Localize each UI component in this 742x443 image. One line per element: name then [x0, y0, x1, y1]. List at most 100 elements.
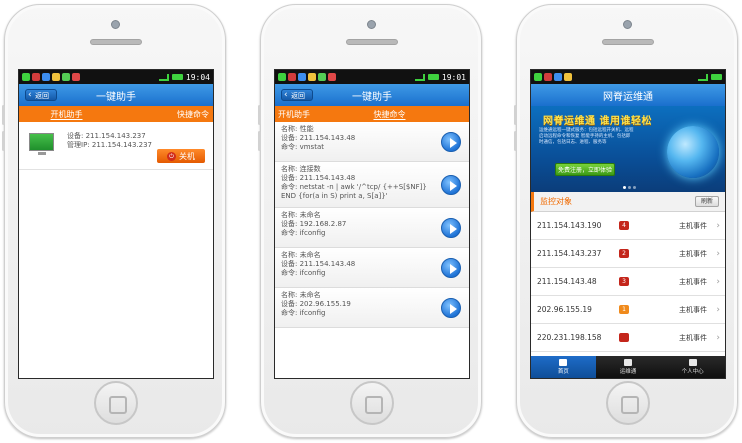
host-ip: 211.154.143.48 [537, 277, 597, 286]
command-list: 名称: 性能 设备: 211.154.143.48 命令: vmstat 名称: 连接… [275, 122, 469, 328]
nav-label: 首页 [557, 369, 569, 375]
status-bar: 19:04 [19, 70, 213, 84]
name-label: 名称: [281, 211, 298, 219]
home-button[interactable] [350, 381, 394, 425]
battery-icon [427, 74, 439, 80]
screen-home: 网脊运维通 网脊运维通 谁用谁轻松 运维通远程一键式服务：包括远程开关机、远程启… [530, 69, 726, 379]
app-icon [42, 73, 50, 81]
host-row[interactable]: 220.231.198.158 主机事件 › [531, 324, 725, 352]
command-device: 192.168.2.87 [299, 220, 347, 228]
command-item[interactable]: 名称: 未命名 设备: 211.154.143.48 命令: ifconfig [275, 248, 469, 288]
tab-quick-commands[interactable]: 快捷命令 [114, 106, 213, 122]
status-bar: 19:01 [275, 70, 469, 84]
shield-icon [624, 359, 632, 366]
command-text: ifconfig [299, 229, 326, 237]
host-ip: 220.231.198.158 [537, 333, 602, 342]
phone-frame-3: 网脊运维通 网脊运维通 谁用谁轻松 运维通远程一键式服务：包括远程开关机、远程启… [514, 4, 738, 438]
command-item[interactable]: 名称: 性能 设备: 211.154.143.48 命令: vmstat [275, 122, 469, 162]
command-item[interactable]: 名称: 连接数 设备: 211.154.143.48 命令: netstat -n … [275, 162, 469, 208]
nav-profile[interactable]: 个人中心 [660, 356, 725, 378]
promo-banner[interactable]: 网脊运维通 谁用谁轻松 运维通远程一键式服务：包括远程开关机、远程启动远程命令和… [531, 106, 725, 192]
name-label: 名称: [281, 291, 298, 299]
shutdown-button[interactable]: ⏻ 关机 [157, 149, 205, 163]
carousel-dot[interactable] [633, 186, 636, 189]
host-row[interactable]: 202.96.155.19 1 主机事件 › [531, 296, 725, 324]
host-row[interactable]: 211.154.143.237 2 主机事件 › [531, 240, 725, 268]
command-text: vmstat [299, 143, 324, 151]
command-item[interactable]: 名称: 未命名 设备: 192.168.2.87 命令: ifconfig [275, 208, 469, 248]
volume-button [2, 105, 5, 125]
name-label: 名称: [281, 125, 298, 133]
command-name: 未命名 [299, 211, 321, 219]
command-item[interactable]: 名称: 未命名 设备: 202.96.155.19 命令: ifconfig [275, 288, 469, 328]
divider [19, 169, 213, 170]
command-text: ifconfig [299, 269, 326, 277]
usb-icon [278, 73, 286, 81]
chevron-right-icon: › [716, 332, 720, 343]
chevron-right-icon: › [716, 304, 720, 315]
device-label: 设备: [281, 134, 298, 142]
tab-quick-commands[interactable]: 快捷命令 [374, 106, 470, 122]
page-title: 一键助手 [352, 91, 392, 103]
host-row[interactable]: 211.154.143.48 3 主机事件 › [531, 268, 725, 296]
app-icon [308, 73, 316, 81]
refresh-button[interactable]: 刷新 [694, 196, 719, 207]
back-button[interactable]: 返回 [281, 89, 313, 101]
app-icon [72, 73, 80, 81]
command-details: 名称: 连接数 设备: 211.154.143.48 命令: netstat -n … [281, 165, 439, 201]
host-row[interactable]: 211.154.143.190 4 主机事件 › [531, 212, 725, 240]
home-button[interactable] [94, 381, 138, 425]
run-command-button[interactable] [441, 217, 461, 238]
run-command-button[interactable] [441, 174, 461, 195]
phones-showcase: 19:04 返回 一键助手 开机助手 快捷命令 设备: 211.154.143.… [0, 0, 742, 443]
cmd-label: 命令: [281, 269, 298, 277]
command-text: netstat -n | awk '/^tcp/ {++S[$NF]} END … [281, 183, 427, 200]
nav-label: 运维通 [619, 369, 637, 375]
volume-button [2, 131, 5, 151]
register-button[interactable]: 免费注册，立即体验 [555, 163, 615, 176]
command-name: 连接数 [299, 165, 321, 173]
cmd-label: 命令: [281, 143, 298, 151]
front-camera [111, 20, 120, 29]
earpiece-speaker [346, 39, 398, 45]
cmd-label: 命令: [281, 309, 298, 317]
tab-power-assistant[interactable]: 开机助手 [275, 106, 374, 122]
home-icon [559, 359, 568, 366]
carousel-dot[interactable] [628, 186, 631, 189]
tab-bar: 开机助手 快捷命令 [275, 106, 469, 122]
device-label: 设备: [67, 132, 84, 140]
title-bar: 网脊运维通 [531, 84, 725, 106]
app-icon [32, 73, 40, 81]
status-bar [531, 70, 725, 84]
phone-frame-2: 19:01 返回 一键助手 开机助手 快捷命令 名称: 性能设备: 211.15… [258, 4, 482, 438]
tab-power-assistant[interactable]: 开机助手 [19, 106, 114, 122]
run-command-button[interactable] [441, 257, 461, 278]
host-ip: 211.154.143.237 [537, 249, 602, 258]
device-label: 设备: [281, 174, 298, 182]
device-value: 211.154.143.237 [85, 132, 146, 140]
run-command-button[interactable] [441, 297, 461, 318]
command-details: 名称: 未命名 设备: 202.96.155.19 命令: ifconfig [281, 291, 439, 318]
command-details: 名称: 未命名 设备: 211.154.143.48 命令: ifconfig [281, 251, 439, 278]
battery-icon [171, 74, 183, 80]
device-label: 设备: [281, 220, 298, 228]
host-events-link: 主机事件 [679, 277, 707, 286]
back-button[interactable]: 返回 [25, 89, 57, 101]
title-bar: 返回 一键助手 [19, 84, 213, 106]
admin-ip-value: 211.154.143.237 [91, 141, 153, 149]
page-title: 网脊运维通 [603, 91, 653, 103]
command-name: 性能 [299, 125, 314, 133]
device-label: 设备: [281, 300, 298, 308]
app-icon [52, 73, 60, 81]
screen-power-assistant: 19:04 返回 一键助手 开机助手 快捷命令 设备: 211.154.143.… [18, 69, 214, 379]
app-icon [328, 73, 336, 81]
nav-home[interactable]: 首页 [531, 356, 596, 378]
globe-graphic [667, 126, 719, 178]
app-icon [318, 73, 326, 81]
name-label: 名称: [281, 165, 298, 173]
home-button[interactable] [606, 381, 650, 425]
nav-ops[interactable]: 运维通 [596, 356, 661, 378]
carousel-dot[interactable] [623, 186, 626, 189]
run-command-button[interactable] [441, 131, 461, 152]
earpiece-speaker [90, 39, 142, 45]
